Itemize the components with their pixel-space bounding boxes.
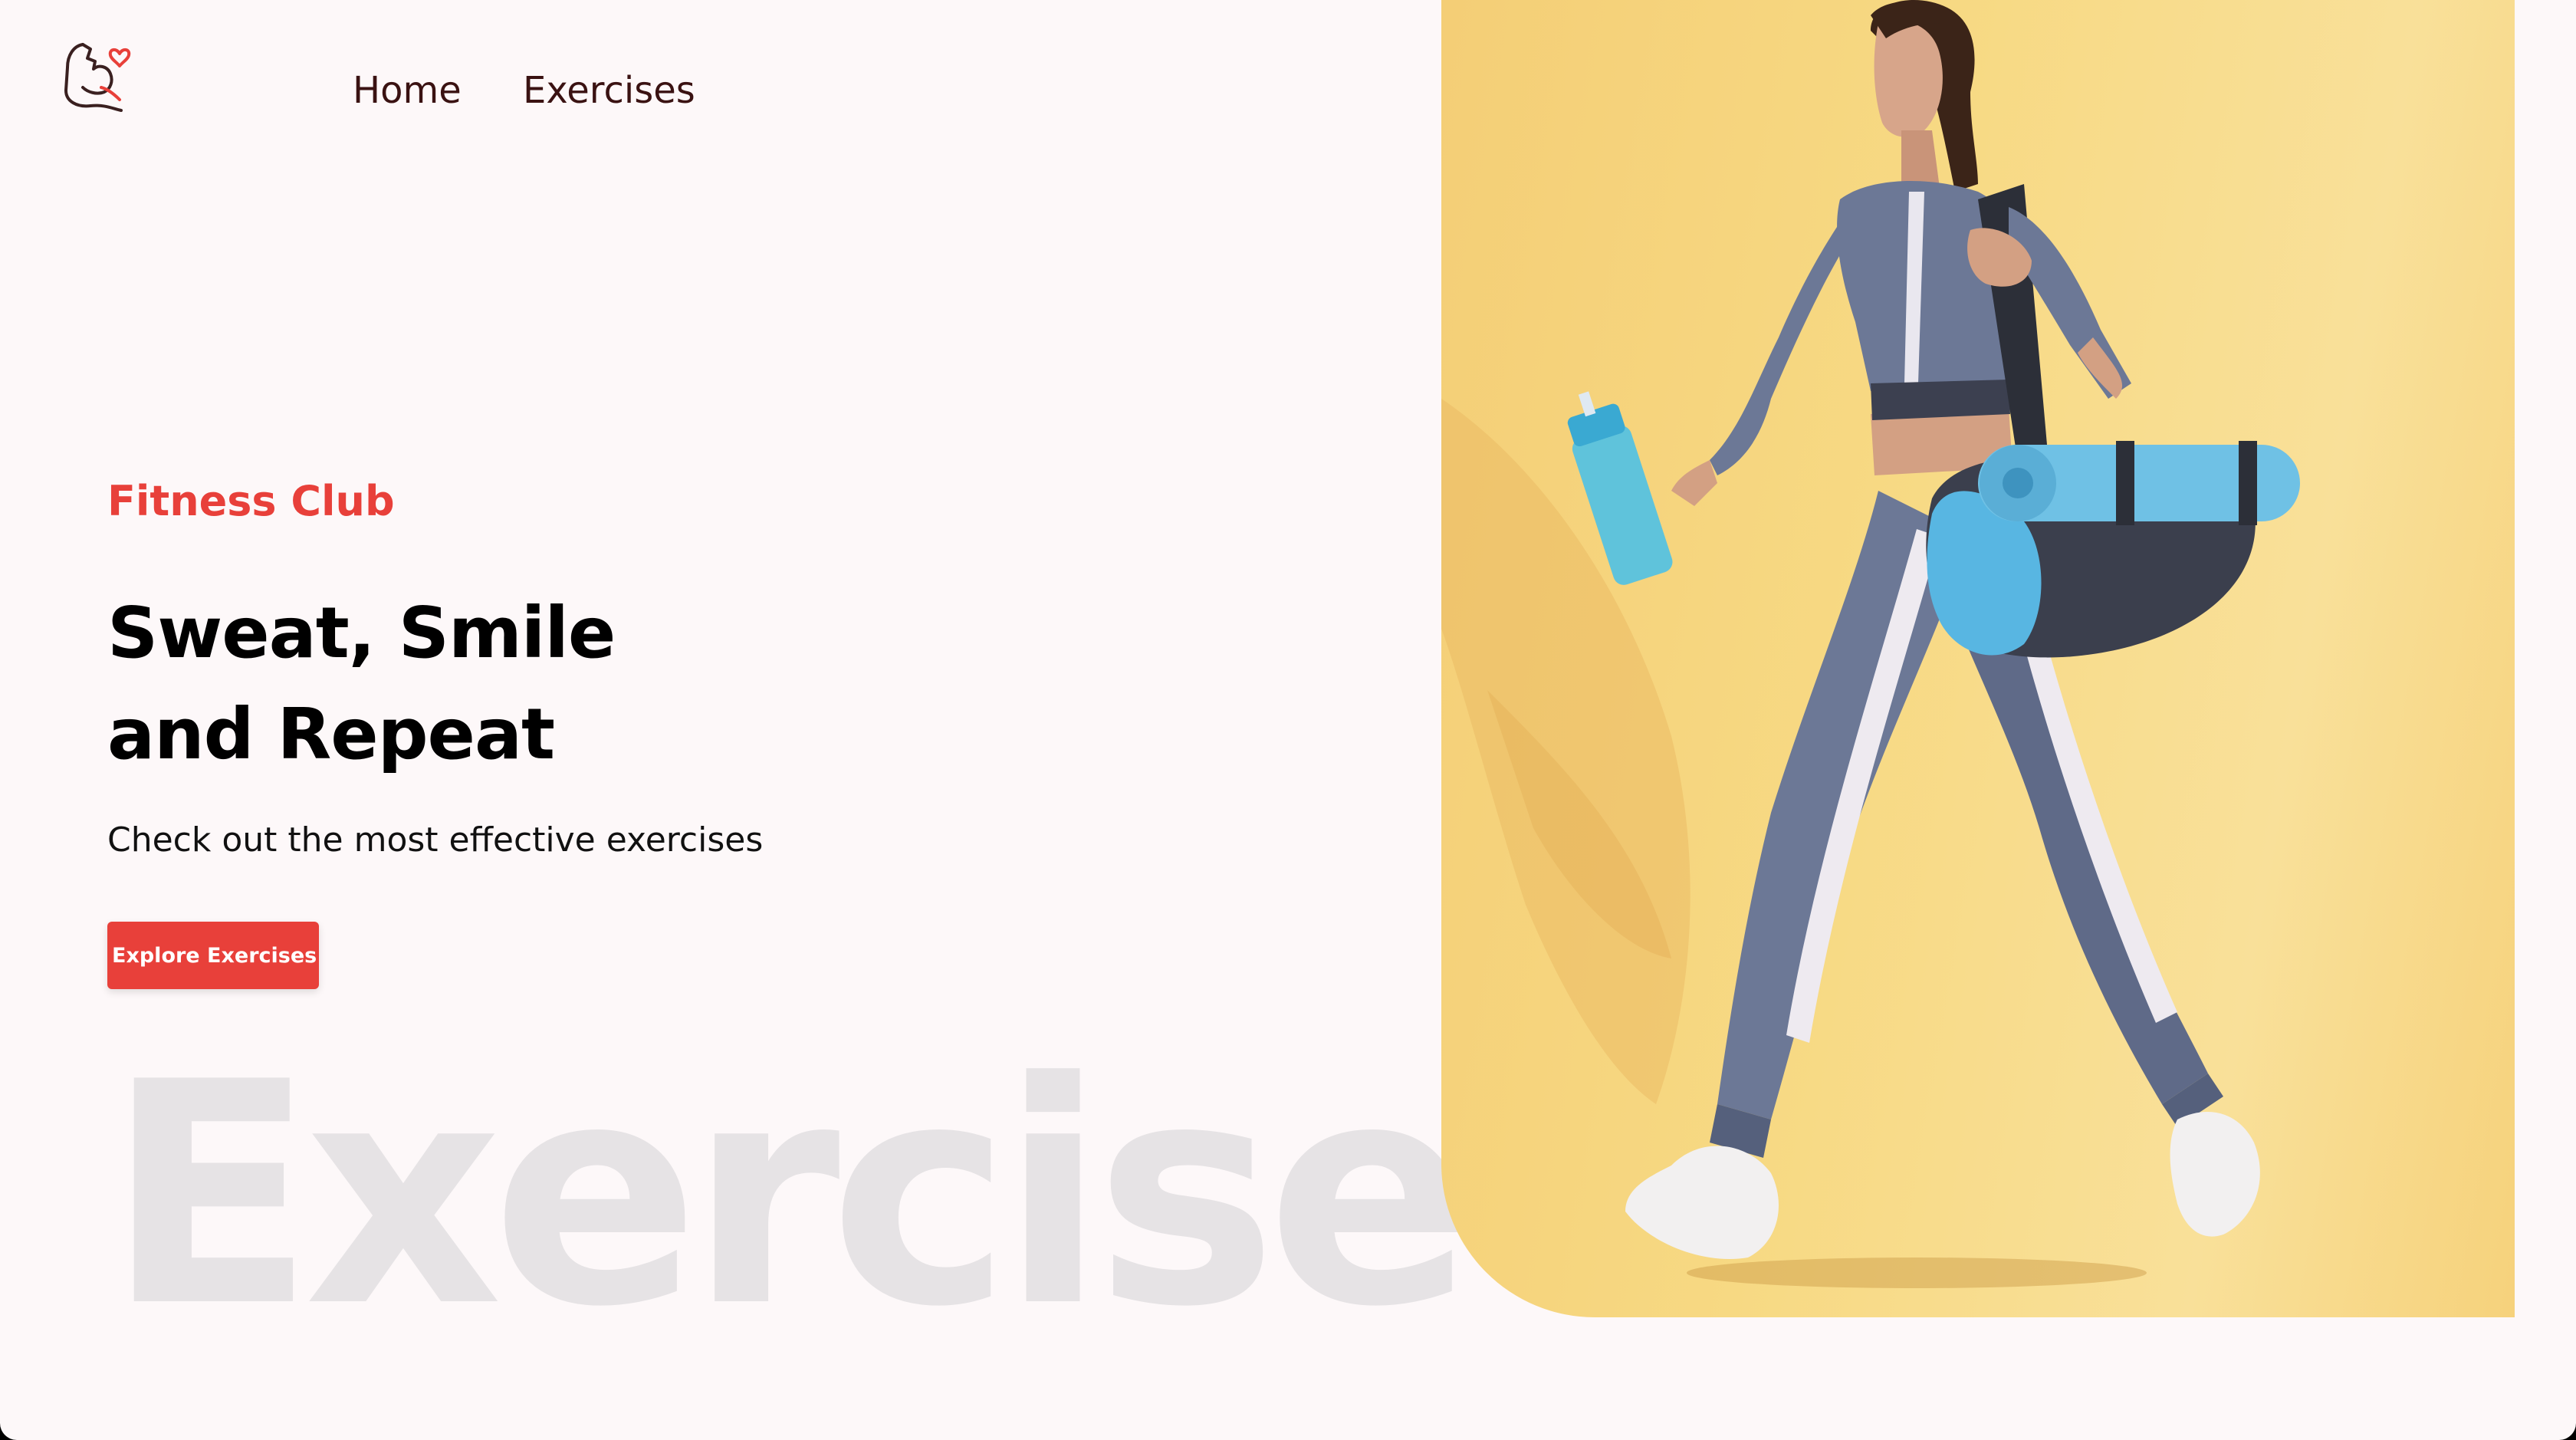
flexed-arm-heart-icon xyxy=(64,43,131,112)
hero-subtext: Check out the most effective exercises xyxy=(107,820,764,860)
hero-headline-line2: and Repeat xyxy=(107,693,555,775)
page: Home Exercises Fitness Club Sweat, Smile… xyxy=(0,0,2576,1440)
nav-link-exercises[interactable]: Exercises xyxy=(523,69,695,112)
hero-eyebrow: Fitness Club xyxy=(107,477,395,525)
explore-exercises-button[interactable]: Explore Exercises xyxy=(107,922,319,989)
nav-link-home[interactable]: Home xyxy=(353,69,462,112)
hero-banner-image xyxy=(1441,0,2515,1317)
hero-headline: Sweat, Smile and Repeat xyxy=(107,583,616,785)
woman-with-gym-bag-illustration xyxy=(1441,0,2300,1288)
hero-headline-line1: Sweat, Smile xyxy=(107,592,616,674)
logo-icon[interactable] xyxy=(60,38,136,115)
hero-watermark: Exercise xyxy=(106,1018,1474,1374)
